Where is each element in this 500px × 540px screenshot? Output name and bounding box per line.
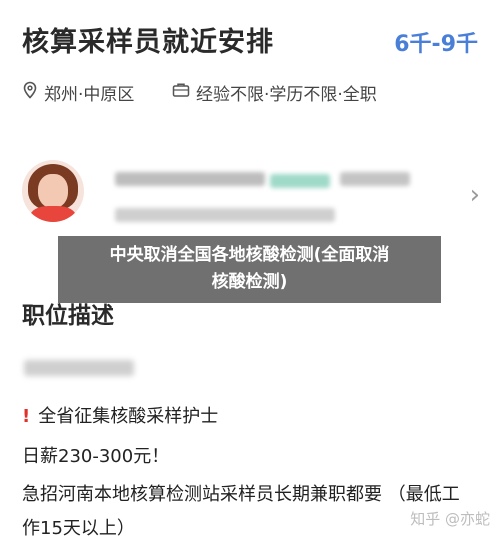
chevron-right-icon[interactable]: › bbox=[470, 180, 480, 210]
recruiter-name-blurred bbox=[115, 172, 265, 186]
description-line-1: ! 全省征集核酸采样护士 bbox=[22, 406, 219, 427]
description-line-2: 日薪230-300元！ bbox=[22, 446, 170, 467]
recruiter-company-blurred bbox=[115, 208, 335, 222]
news-overlay-caption: 中央取消全国各地核酸检测(全面取消 核酸检测) bbox=[58, 236, 441, 303]
avatar bbox=[22, 160, 84, 222]
location-info: 郑州·中原区 bbox=[22, 80, 134, 105]
job-title: 核算采样员就近安排 bbox=[22, 27, 274, 58]
location-text: 郑州·中原区 bbox=[44, 85, 135, 105]
recruiter-card[interactable]: › bbox=[0, 140, 500, 250]
overlay-line-2: 核酸检测) bbox=[211, 272, 288, 292]
description-title: 职位描述 bbox=[22, 303, 114, 329]
description-line-4: 作15天以上） bbox=[22, 518, 135, 539]
requirements-text: 经验不限·学历不限·全职 bbox=[196, 85, 377, 105]
salary-label: 6千-9千 bbox=[394, 32, 478, 57]
recruiter-info-blurred bbox=[340, 172, 410, 186]
requirements-info: 经验不限·学历不限·全职 bbox=[172, 80, 377, 105]
overlay-line-1: 中央取消全国各地核酸检测(全面取消 bbox=[109, 245, 390, 265]
description-tags-blurred bbox=[24, 360, 134, 376]
briefcase-icon bbox=[172, 82, 190, 103]
map-pin-icon bbox=[22, 81, 38, 104]
exclamation-icon: ! bbox=[22, 406, 31, 427]
watermark: 知乎 @亦蛇 bbox=[410, 510, 490, 528]
recruiter-tag-blurred bbox=[270, 174, 330, 188]
description-line-3: 急招河南本地核算检测站采样员长期兼职都要 （最低工 bbox=[22, 484, 460, 505]
